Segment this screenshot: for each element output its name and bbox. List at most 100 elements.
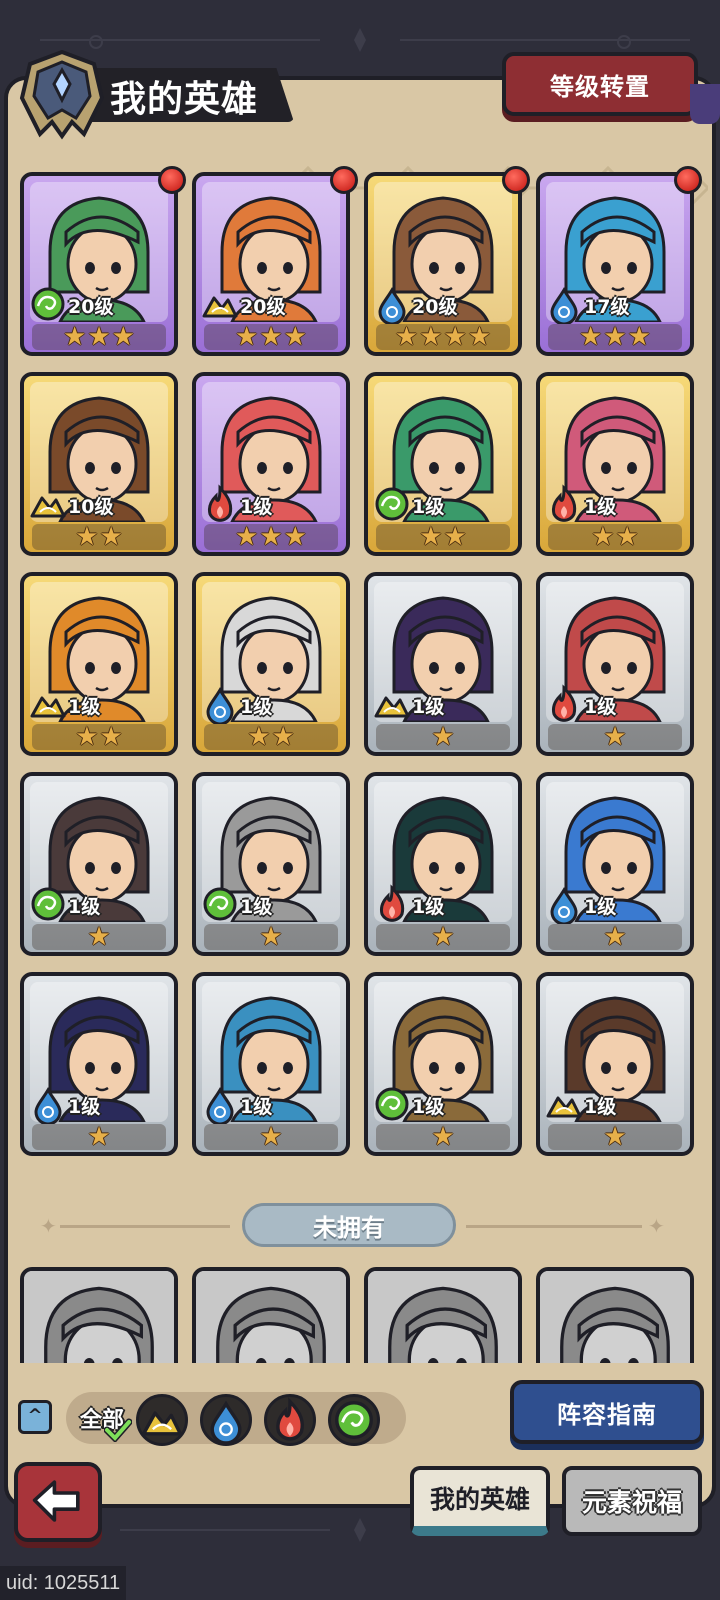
hero-card-frame: 1级 ★ (364, 972, 522, 1156)
hero-card[interactable]: 1级 ★ (364, 572, 522, 756)
star-rating: ★ ★ ★ (548, 324, 682, 350)
hero-card[interactable]: 1级 ★ ★ ★ (192, 372, 350, 556)
filter-wind-button[interactable] (328, 1394, 380, 1446)
hero-card-frame: 1级 ★ ★ ★ (192, 372, 350, 556)
star-rating: ★ ★ (32, 524, 166, 550)
hero-card[interactable]: 1级 ★ (364, 972, 522, 1156)
notification-dot (158, 166, 186, 194)
hero-card-frame: 10级 ★ ★ (20, 372, 178, 556)
hero-card[interactable]: 1级 ★ ★ (364, 372, 522, 556)
hero-card[interactable]: 1级 ★ (536, 572, 694, 756)
hero-card[interactable]: 20级 ★ ★ ★ (20, 166, 186, 356)
star-icon: ★ (87, 322, 111, 352)
hero-level: 1级 (412, 696, 445, 718)
hero-card-frame: 1级 ★ (192, 772, 350, 956)
star-icon: ★ (431, 1122, 455, 1152)
filter-earth-button[interactable] (136, 1394, 188, 1446)
helmet-emblem-icon (19, 49, 105, 140)
star-rating: ★ ★ (548, 524, 682, 550)
page-header: 我的英雄 (14, 46, 294, 142)
back-button[interactable] (14, 1462, 102, 1542)
wind-icon (28, 884, 68, 924)
wind-icon (331, 1401, 377, 1447)
star-icon: ★ (603, 922, 627, 952)
hero-card[interactable]: 1级 ★ ★ (536, 372, 694, 556)
unowned-hero-card[interactable] (364, 1267, 522, 1363)
hero-card-frame: 1级 ★ (20, 972, 178, 1156)
hero-card[interactable]: 1级 ★ ★ (20, 572, 178, 756)
notification-dot (502, 166, 530, 194)
hero-level: 20级 (412, 296, 458, 318)
star-icon: ★ (419, 522, 443, 552)
tab-my-heroes[interactable]: 我的英雄 (410, 1466, 550, 1536)
uid-label: uid: 1025511 (0, 1566, 127, 1600)
collapse-toggle-button[interactable]: ^ (18, 1400, 52, 1434)
divider-ornament-icon: ✦ (40, 1214, 57, 1238)
hero-card[interactable]: 1级 ★ (20, 972, 178, 1156)
hero-card[interactable]: 1级 ★ (192, 972, 350, 1156)
star-rating: ★ (376, 1124, 510, 1150)
tab-element-blessing[interactable]: 元素祝福 (562, 1466, 702, 1536)
star-icon: ★ (394, 322, 419, 352)
hero-level: 1级 (240, 696, 273, 718)
hero-card-frame: 1级 ★ ★ (20, 572, 178, 756)
star-icon: ★ (247, 722, 271, 752)
hero-card[interactable]: 20级 ★ ★ ★ (192, 166, 358, 356)
star-rating: ★ (548, 924, 682, 950)
hero-level: 1级 (412, 1096, 445, 1118)
earth-icon (139, 1411, 185, 1447)
star-icon: ★ (419, 322, 443, 352)
star-icon: ★ (99, 722, 123, 752)
filter-water-button[interactable] (200, 1394, 252, 1446)
hero-card[interactable]: 1级 ★ ★ (192, 572, 350, 756)
hero-card[interactable]: 10级 ★ ★ (20, 372, 178, 556)
wind-icon (372, 484, 412, 524)
fire-icon (267, 1397, 313, 1447)
fire-icon (544, 484, 584, 524)
water-icon (372, 284, 412, 326)
page-title: 我的英雄 (110, 79, 259, 120)
star-rating: ★ (32, 1124, 166, 1150)
star-icon: ★ (235, 322, 259, 352)
star-icon: ★ (259, 922, 283, 952)
hero-grid: 20级 ★ ★ ★ 20级 ★ ★ ★ 20级 ★ ★ ★ ★ 17级 ★ ★ ★ 10级 ★ ★ 1级 ★ ★ ★ 1级 ★ ★ 1… (20, 166, 702, 1156)
hero-card[interactable]: 20级 ★ ★ ★ ★ (364, 166, 530, 356)
hero-card-frame: 1级 ★ (364, 572, 522, 756)
star-icon: ★ (603, 1122, 627, 1152)
level-reset-button[interactable]: 等级转置 (502, 52, 698, 116)
lineup-guide-label: 阵容指南 (557, 1400, 657, 1429)
fire-icon (372, 884, 412, 924)
water-icon (28, 1084, 68, 1126)
hero-card[interactable]: 1级 ★ (536, 772, 694, 956)
filter-fire-button[interactable] (264, 1394, 316, 1446)
star-rating: ★ (32, 924, 166, 950)
wind-icon (200, 884, 240, 924)
unowned-label: 未拥有 (313, 1213, 385, 1242)
side-tab[interactable] (690, 84, 720, 124)
hero-card[interactable]: 1级 ★ (20, 772, 178, 956)
hero-card[interactable]: 1级 ★ (536, 972, 694, 1156)
star-icon: ★ (87, 1122, 111, 1152)
divider-right (466, 1225, 642, 1228)
unowned-hero-row (20, 1267, 700, 1363)
hero-level: 1级 (68, 1096, 101, 1118)
lineup-guide-button[interactable]: 阵容指南 (510, 1380, 704, 1444)
star-rating: ★ ★ (376, 524, 510, 550)
earth-icon (28, 484, 68, 524)
hero-card[interactable]: 1级 ★ (364, 772, 522, 956)
hero-level: 1级 (584, 1096, 617, 1118)
hero-card[interactable]: 1级 ★ (192, 772, 350, 956)
hero-level: 1级 (68, 696, 101, 718)
star-icon: ★ (75, 722, 99, 752)
star-icon: ★ (111, 322, 135, 352)
star-rating: ★ (376, 724, 510, 750)
unowned-hero-card[interactable] (192, 1267, 350, 1363)
star-icon: ★ (431, 922, 455, 952)
unowned-hero-card[interactable] (536, 1267, 694, 1363)
wind-icon (28, 284, 68, 324)
hero-card[interactable]: 17级 ★ ★ ★ (536, 166, 702, 356)
unowned-hero-card[interactable] (20, 1267, 178, 1363)
hero-card-frame: 1级 ★ (536, 772, 694, 956)
star-icon: ★ (443, 322, 467, 352)
tab-my-heroes-label: 我的英雄 (429, 1485, 530, 1514)
